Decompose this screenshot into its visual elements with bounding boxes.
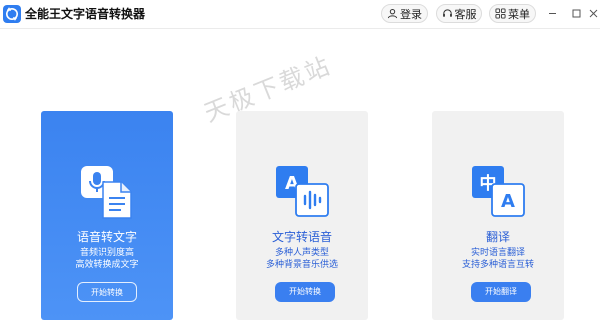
card-desc-line2: 多种背景音乐供选	[265, 260, 338, 270]
card-translate[interactable]: 中 A 翻译 实时语言翻译 支持多种语言互转 开始翻译	[432, 111, 564, 320]
minimize-button[interactable]	[545, 6, 559, 20]
svg-text:A: A	[501, 191, 515, 212]
microphone-document-icon	[81, 166, 132, 219]
menu-label: 菜单	[508, 7, 530, 21]
login-button[interactable]: 登录	[381, 4, 428, 23]
title-bar: 全能王文字语音转换器 登录 客服 菜单	[0, 0, 600, 29]
card-title: 翻译	[485, 230, 510, 244]
app-title: 全能王文字语音转换器	[25, 7, 146, 21]
close-icon	[589, 9, 597, 17]
service-label: 客服	[454, 7, 477, 21]
card-desc-line2: 高效转换成文字	[75, 260, 139, 270]
start-translate-button[interactable]: 开始翻译	[471, 282, 531, 302]
card-title: 文字转语音	[271, 230, 332, 244]
menu-button[interactable]: 菜单	[489, 4, 536, 23]
card-speech-to-text[interactable]: 语音转文字 音频识别度高 高效转换成文字 开始转换	[41, 111, 173, 320]
start-convert-button[interactable]: 开始转换	[275, 282, 335, 302]
user-icon	[387, 8, 398, 19]
login-label: 登录	[400, 7, 422, 21]
close-button[interactable]	[586, 6, 600, 20]
card-text-to-speech[interactable]: A 文字转语音 多种人声类型 多种背景音乐供选 开始转换	[236, 111, 368, 320]
app-logo-icon	[3, 5, 21, 23]
translate-icon: 中 A	[472, 166, 525, 217]
card-desc-line1: 实时语言翻译	[470, 248, 525, 258]
minimize-icon	[548, 12, 556, 14]
card-description: 多种人声类型 多种背景音乐供选	[236, 247, 368, 271]
card-description: 实时语言翻译 支持多种语言互转	[432, 247, 564, 271]
customer-service-button[interactable]: 客服	[436, 4, 482, 23]
card-desc-line1: 多种人声类型	[274, 248, 329, 258]
maximize-button[interactable]	[569, 6, 583, 20]
card-title: 语音转文字	[76, 230, 137, 244]
card-desc-line1: 音频识别度高	[79, 248, 134, 258]
card-description: 音频识别度高 高效转换成文字	[41, 247, 173, 271]
start-convert-button[interactable]: 开始转换	[77, 282, 137, 302]
grid-icon	[495, 8, 506, 19]
card-desc-line2: 支持多种语言互转	[461, 260, 534, 270]
headset-icon	[442, 9, 452, 17]
maximize-icon	[572, 9, 580, 17]
text-to-audio-icon: A	[276, 166, 329, 217]
